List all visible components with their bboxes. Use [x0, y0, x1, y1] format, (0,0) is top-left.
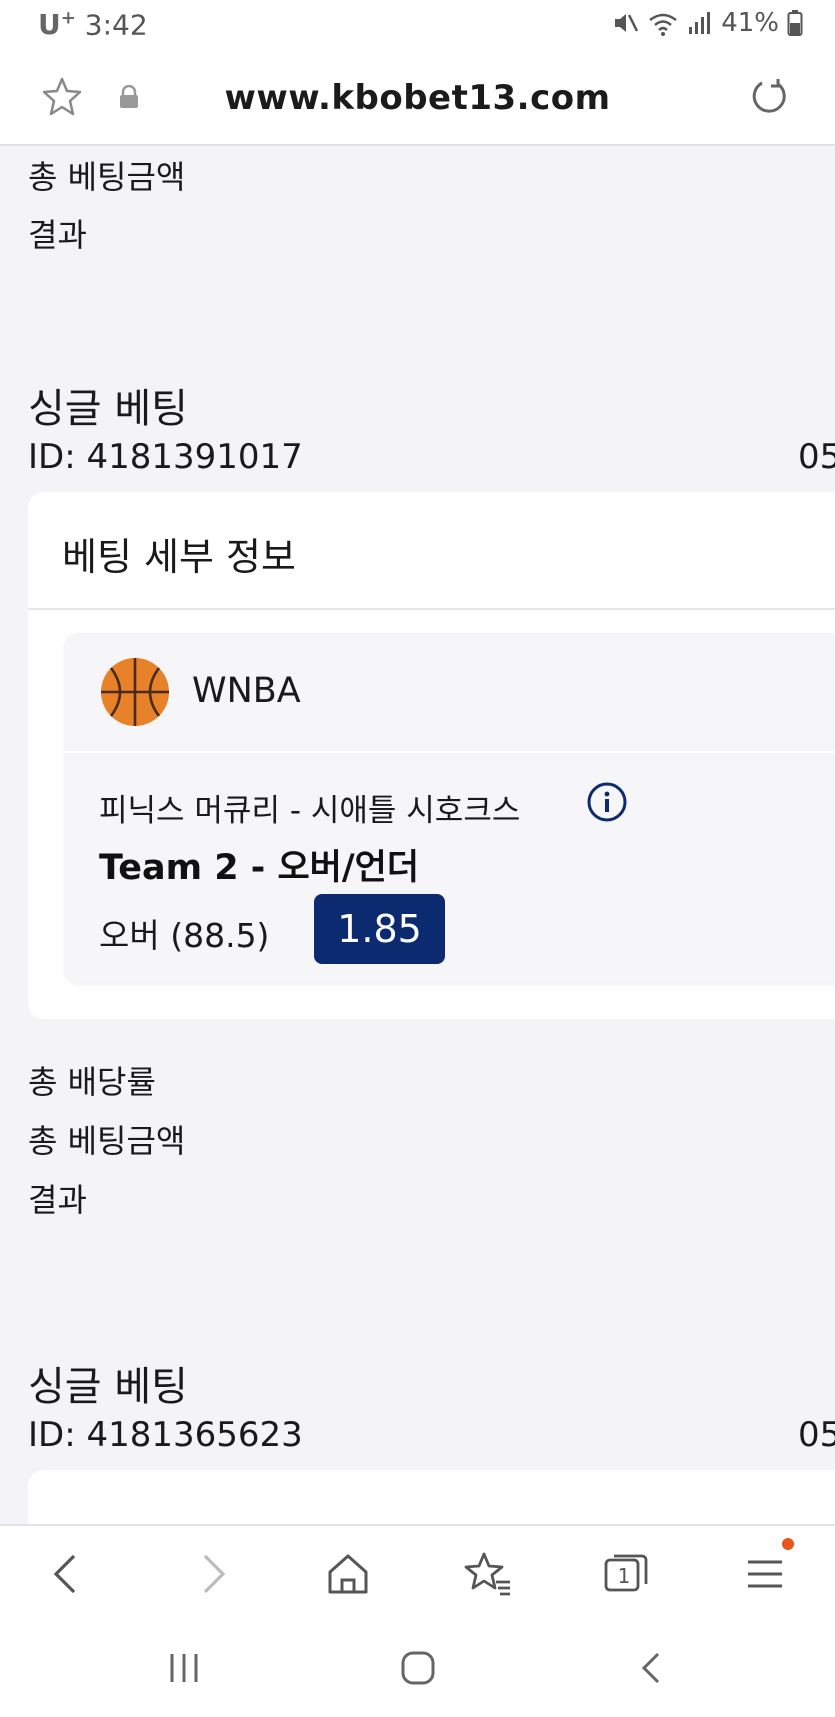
status-bar: U+ 3:42 41% [0, 0, 835, 50]
home-icon [322, 1548, 374, 1600]
battery-icon [787, 9, 803, 37]
tab-count: 1 [617, 1564, 631, 1588]
total-stake-label: 총 베팅금액 [28, 1122, 186, 1160]
odds-badge: 1.85 [314, 894, 445, 964]
divider [28, 608, 835, 610]
bet-details-panel: 베팅 세부 정보 WNBA 피닉스 머큐리 - 시애틀 시호크스 Team 2 … [28, 492, 835, 1019]
notification-dot [782, 1538, 794, 1550]
info-icon[interactable] [586, 781, 628, 827]
bet-id: ID: 4181391017 [28, 437, 303, 477]
total-odds-label: 총 배당률 [28, 1063, 156, 1101]
url-field[interactable]: www.kbobet13.com [0, 78, 835, 118]
bet-card: 싱글 베팅 ID: 4181365623 05 [0, 1307, 835, 1524]
system-nav-bar [0, 1622, 835, 1717]
league-row: WNBA [64, 633, 835, 753]
recent-apps-icon[interactable] [164, 1648, 204, 1692]
browser-toolbar: 1 [0, 1524, 835, 1624]
home-circle-icon[interactable] [398, 1648, 438, 1692]
bet-details-header: 베팅 세부 정보 [62, 535, 296, 579]
event-selection: WNBA 피닉스 머큐리 - 시애틀 시호크스 Team 2 - 오버/언더 오… [64, 633, 835, 983]
bet-date: 05 [798, 437, 835, 477]
status-left: U+ 3:42 [38, 8, 148, 41]
menu-button[interactable] [742, 1538, 794, 1600]
status-time: 3:42 [84, 8, 148, 42]
hamburger-menu-icon [742, 1548, 794, 1600]
bet-card: 싱글 베팅 ID: 4181391017 05 베팅 세부 정보 WNBA 피닉… [0, 329, 835, 1474]
reload-icon[interactable] [750, 77, 788, 119]
total-stake-label: 총 베팅금액 [28, 158, 186, 196]
mute-icon [611, 9, 639, 37]
bet-type-title: 싱글 베팅 [28, 386, 188, 432]
chevron-left-icon [42, 1548, 94, 1600]
battery-percent: 41% [721, 8, 779, 38]
result-label: 결과 [28, 216, 87, 254]
league-name: WNBA [192, 671, 301, 711]
signal-icon [687, 10, 713, 36]
market-name: Team 2 - 오버/언더 [99, 848, 420, 888]
system-back-icon[interactable] [632, 1648, 672, 1692]
bet-type-title: 싱글 베팅 [28, 1364, 188, 1410]
basketball-icon [99, 656, 171, 732]
home-button[interactable] [322, 1548, 374, 1600]
chevron-right-icon [185, 1548, 237, 1600]
bet-date: 05 [798, 1415, 835, 1455]
carrier-label: U+ [38, 8, 76, 42]
match-name: 피닉스 머큐리 - 시애틀 시호크스 [99, 793, 521, 829]
bet-details-panel [28, 1470, 835, 1524]
bookmark-list-icon [462, 1548, 514, 1600]
tabs-button[interactable]: 1 [602, 1548, 654, 1600]
forward-button[interactable] [185, 1548, 237, 1600]
result-label: 결과 [28, 1181, 87, 1219]
address-bar: www.kbobet13.com [0, 50, 835, 146]
wifi-icon [647, 9, 679, 37]
bookmarks-button[interactable] [462, 1548, 514, 1600]
back-button[interactable] [42, 1548, 94, 1600]
bet-history-list: 총 베팅금액 결과 싱글 베팅 ID: 4181391017 05 베팅 세부 … [0, 146, 835, 1524]
selection-name: 오버 (88.5) [99, 916, 270, 955]
bet-id: ID: 4181365623 [28, 1415, 303, 1455]
status-right: 41% [611, 8, 803, 38]
